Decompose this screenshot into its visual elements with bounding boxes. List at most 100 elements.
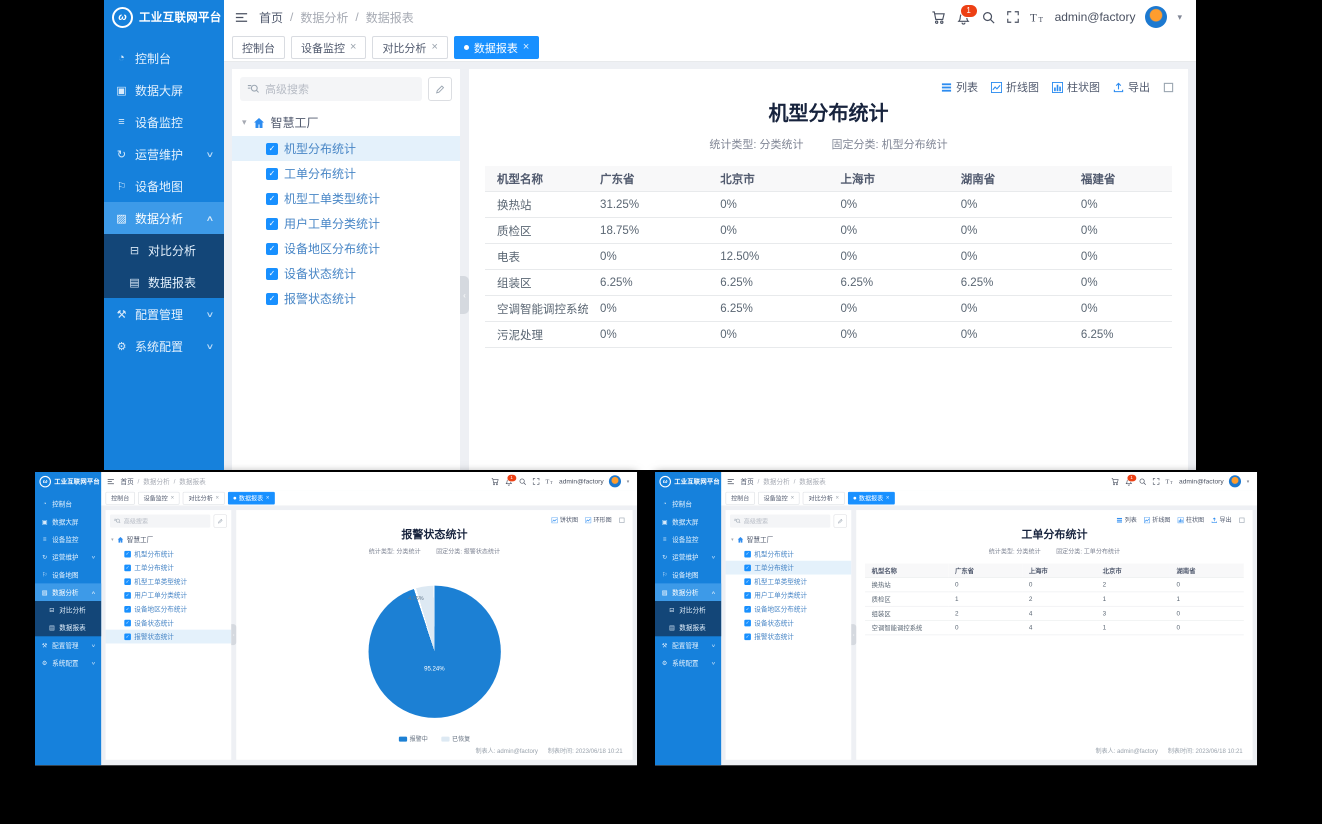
- tree-item[interactable]: ✓用户工单分类统计: [726, 588, 852, 602]
- breadcrumb-home[interactable]: 首页: [120, 477, 133, 486]
- user-dropdown-caret-icon[interactable]: ▾: [1177, 12, 1182, 23]
- tree-item[interactable]: ✓报警状态统计: [726, 630, 852, 644]
- tree-item[interactable]: ✓工单分布统计: [726, 561, 852, 575]
- tab-compare-analysis[interactable]: 对比分析×: [183, 492, 225, 505]
- sidebar-item-dashboard[interactable]: ◔控制台: [655, 495, 721, 513]
- sidebar-item-operations[interactable]: ↻运营维护∨: [655, 548, 721, 566]
- cart-icon[interactable]: [1111, 477, 1119, 485]
- tree-item[interactable]: ✓设备状态统计: [726, 616, 852, 630]
- sidebar-item-config[interactable]: ⚒配置管理∨: [35, 636, 101, 654]
- close-tab-icon[interactable]: ×: [886, 495, 890, 501]
- list-view-button[interactable]: 列表: [941, 79, 978, 95]
- checkbox-checked-icon[interactable]: ✓: [124, 578, 131, 585]
- sidebar-item-data-screen[interactable]: ▣数据大屏: [104, 74, 224, 106]
- breadcrumb-home[interactable]: 首页: [740, 477, 753, 486]
- user-name[interactable]: admin@factory: [1055, 10, 1136, 24]
- sidebar-item-data-analysis[interactable]: ▨数据分析∧: [104, 202, 224, 234]
- breadcrumb-section[interactable]: 数据分析: [300, 9, 348, 26]
- sidebar-item-compare-analysis[interactable]: ⊟对比分析: [35, 601, 101, 619]
- fullscreen-icon[interactable]: [1152, 478, 1160, 486]
- sidebar-item-compare-analysis[interactable]: ⊟对比分析: [655, 601, 721, 619]
- search-icon[interactable]: [518, 477, 526, 485]
- checkbox-checked-icon[interactable]: ✓: [124, 564, 131, 571]
- panel-collapse-handle[interactable]: ‹: [460, 276, 469, 314]
- caret-down-icon[interactable]: ▾: [111, 537, 113, 543]
- checkbox-checked-icon[interactable]: ✓: [266, 218, 278, 230]
- hamburger-icon[interactable]: [234, 10, 249, 25]
- checkbox-checked-icon[interactable]: ✓: [266, 168, 278, 180]
- avatar[interactable]: [609, 475, 621, 487]
- tree-item[interactable]: ✓机型工单类型统计: [726, 575, 852, 589]
- hamburger-icon[interactable]: [107, 477, 115, 485]
- edit-button[interactable]: [214, 514, 227, 527]
- sidebar-item-device-map[interactable]: ⚐设备地图: [35, 566, 101, 584]
- tree-item[interactable]: ✓设备状态统计: [232, 261, 460, 286]
- tree-item[interactable]: ✓设备地区分布统计: [232, 236, 460, 261]
- sidebar-item-device-monitor[interactable]: ≡设备监控: [35, 530, 101, 548]
- search-icon[interactable]: [981, 10, 996, 25]
- sidebar-item-dashboard[interactable]: ◔控制台: [35, 495, 101, 513]
- bell-icon[interactable]: 1: [956, 10, 971, 25]
- tab-device-monitor[interactable]: 设备监控×: [758, 492, 800, 505]
- close-tab-icon[interactable]: ×: [791, 495, 795, 501]
- breadcrumb-home[interactable]: 首页: [259, 9, 283, 26]
- checkbox-checked-icon[interactable]: ✓: [124, 592, 131, 599]
- close-tab-icon[interactable]: ×: [350, 42, 356, 53]
- tree-root[interactable]: ▾ 智慧工厂: [726, 532, 852, 547]
- tab-device-monitor[interactable]: 设备监控×: [138, 492, 180, 505]
- sidebar-item-data-analysis[interactable]: ▨数据分析∧: [35, 583, 101, 601]
- tab-console[interactable]: 控制台: [106, 492, 135, 505]
- tree-item[interactable]: ✓机型分布统计: [726, 547, 852, 561]
- tab-console[interactable]: 控制台: [232, 36, 285, 59]
- bell-icon[interactable]: 1: [504, 477, 512, 485]
- bar-chart-button[interactable]: 柱状图: [1052, 79, 1100, 95]
- export-button[interactable]: 导出: [1211, 516, 1231, 525]
- bell-icon[interactable]: 1: [1124, 477, 1132, 485]
- tree-item[interactable]: ✓设备地区分布统计: [106, 602, 232, 616]
- checkbox-checked-icon[interactable]: ✓: [124, 633, 131, 640]
- cart-icon[interactable]: [931, 10, 946, 25]
- sidebar-item-device-map[interactable]: ⚐设备地图: [104, 170, 224, 202]
- caret-down-icon[interactable]: ▾: [731, 537, 733, 543]
- sidebar-item-system[interactable]: ⚙系统配置∨: [655, 654, 721, 672]
- sidebar-item-config[interactable]: ⚒配置管理∨: [104, 298, 224, 330]
- donut-chart-button[interactable]: 环形图: [585, 516, 611, 525]
- close-tab-icon[interactable]: ×: [523, 42, 529, 53]
- user-dropdown-caret-icon[interactable]: ▾: [1247, 478, 1249, 484]
- checkbox-checked-icon[interactable]: ✓: [266, 143, 278, 155]
- fullscreen-icon[interactable]: [532, 478, 540, 486]
- user-name[interactable]: admin@factory: [1179, 478, 1224, 486]
- sidebar-item-system[interactable]: ⚙系统配置∨: [35, 654, 101, 672]
- tab-data-report[interactable]: 数据报表×: [454, 36, 539, 59]
- sidebar-item-device-monitor[interactable]: ≡设备监控: [655, 530, 721, 548]
- checkbox-checked-icon[interactable]: ✓: [744, 578, 751, 585]
- breadcrumb-section[interactable]: 数据分析: [763, 477, 789, 486]
- legend-item[interactable]: 已恢复: [441, 734, 470, 743]
- caret-down-icon[interactable]: ▾: [242, 117, 247, 128]
- sidebar-item-device-map[interactable]: ⚐设备地图: [655, 566, 721, 584]
- sidebar-item-config[interactable]: ⚒配置管理∨: [655, 636, 721, 654]
- tab-device-monitor[interactable]: 设备监控×: [291, 36, 366, 59]
- hamburger-icon[interactable]: [727, 477, 735, 485]
- edit-button[interactable]: [428, 77, 452, 101]
- tree-root[interactable]: ▾ 智慧工厂: [106, 532, 232, 547]
- tree-item[interactable]: ✓设备地区分布统计: [726, 602, 852, 616]
- close-tab-icon[interactable]: ×: [171, 495, 175, 501]
- panel-collapse-handle[interactable]: ‹: [231, 624, 236, 645]
- tree-root[interactable]: ▾ 智慧工厂: [232, 109, 460, 136]
- frame-button[interactable]: [619, 517, 625, 523]
- checkbox-checked-icon[interactable]: ✓: [744, 564, 751, 571]
- frame-button[interactable]: [1163, 82, 1174, 93]
- panel-collapse-handle[interactable]: ‹: [851, 624, 856, 645]
- checkbox-checked-icon[interactable]: ✓: [744, 606, 751, 613]
- export-button[interactable]: 导出: [1113, 79, 1150, 95]
- close-tab-icon[interactable]: ×: [431, 42, 437, 53]
- font-size-icon[interactable]: TT: [1030, 10, 1045, 25]
- checkbox-checked-icon[interactable]: ✓: [744, 592, 751, 599]
- tree-item[interactable]: ✓用户工单分类统计: [106, 588, 232, 602]
- breadcrumb-section[interactable]: 数据分析: [143, 477, 169, 486]
- sidebar-item-data-screen[interactable]: ▣数据大屏: [35, 513, 101, 531]
- close-tab-icon[interactable]: ×: [216, 495, 220, 501]
- sidebar-item-system[interactable]: ⚙系统配置∨: [104, 330, 224, 362]
- legend-item[interactable]: 报警中: [399, 734, 428, 743]
